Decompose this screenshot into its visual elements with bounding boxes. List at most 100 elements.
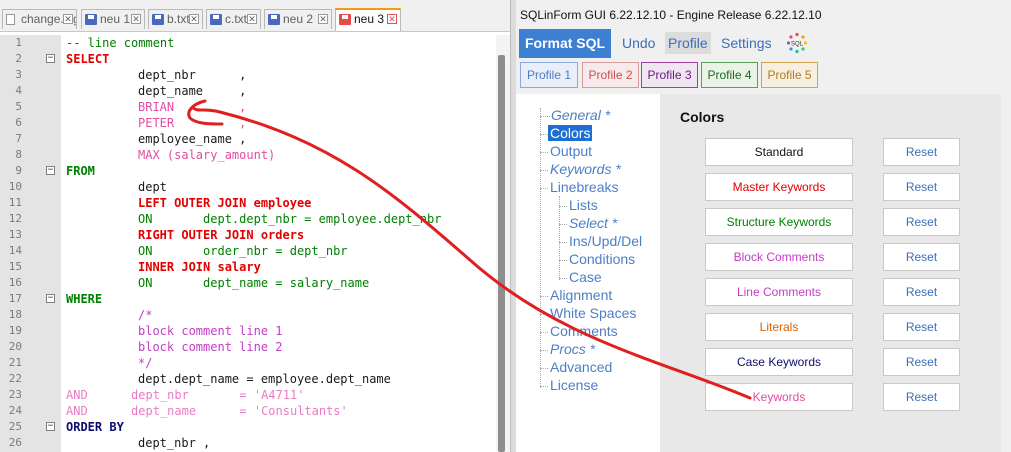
nav-item-general[interactable]: General *: [551, 107, 610, 123]
master-keywords-color-button[interactable]: Master Keywords: [705, 173, 853, 201]
profile-button[interactable]: Profile: [665, 32, 711, 54]
tree-connector: [559, 242, 567, 243]
reset-case-keywords-button[interactable]: Reset: [883, 348, 960, 376]
line-number: 18: [8, 308, 22, 321]
tree-connector: [540, 152, 548, 153]
tab-b-txt[interactable]: b.txt ✕: [148, 9, 203, 29]
code-text: employee_name ,: [138, 132, 247, 146]
nav-item-procs[interactable]: Procs *: [550, 341, 595, 357]
code-line: 25 − ORDER BY: [0, 419, 500, 435]
tab-neu-3[interactable]: neu 3 ✕: [335, 8, 401, 31]
line-number: 2: [15, 52, 22, 65]
section-title: Colors: [680, 109, 725, 125]
block-comments-color-button[interactable]: Block Comments: [705, 243, 853, 271]
code-line: 5 BRIAN ,: [0, 99, 500, 115]
reset-literals-button[interactable]: Reset: [883, 313, 960, 341]
line-comments-color-button[interactable]: Line Comments: [705, 278, 853, 306]
line-number: 4: [15, 84, 22, 97]
nav-item-alignment[interactable]: Alignment: [550, 287, 612, 303]
line-number: 13: [8, 228, 22, 241]
code-line: 3 dept_nbr ,: [0, 67, 500, 83]
keywords-color-button[interactable]: Keywords: [705, 383, 853, 411]
reset-block-comments-button[interactable]: Reset: [883, 243, 960, 271]
tab-c-txt[interactable]: c.txt ✕: [206, 9, 261, 29]
editor-scrollbar-thumb[interactable]: [498, 55, 505, 452]
nav-item-conditions[interactable]: Conditions: [569, 251, 635, 267]
reset-master-keywords-button[interactable]: Reset: [883, 173, 960, 201]
settings-button[interactable]: Settings: [721, 35, 772, 51]
fold-toggle-icon[interactable]: −: [46, 166, 55, 175]
code-line: 8 MAX (salary_amount): [0, 147, 500, 163]
profile-5-button[interactable]: Profile 5: [761, 62, 818, 88]
code-text: AND dept_name = 'Consultants': [66, 404, 348, 418]
literals-color-button[interactable]: Literals: [705, 313, 853, 341]
close-tab-icon[interactable]: ✕: [189, 14, 199, 24]
tab-neu-1[interactable]: neu 1 ✕: [81, 9, 145, 29]
code-text: RIGHT OUTER JOIN orders: [138, 228, 305, 242]
code-line: 7 employee_name ,: [0, 131, 500, 147]
reset-line-comments-button[interactable]: Reset: [883, 278, 960, 306]
nav-item-case[interactable]: Case: [569, 269, 602, 285]
profile-1-button[interactable]: Profile 1: [520, 62, 578, 88]
format-sql-button[interactable]: Format SQL: [519, 29, 611, 58]
nav-item-comments[interactable]: Comments: [550, 323, 618, 339]
profile-2-button[interactable]: Profile 2: [582, 62, 639, 88]
sql-logo-text: SQL: [791, 42, 804, 48]
saved-file-icon: [268, 14, 280, 25]
code-text: SELECT: [66, 52, 110, 66]
tab-change-log[interactable]: change.log ✕: [2, 9, 77, 29]
line-number: 25: [8, 420, 22, 433]
code-line: 2 − SELECT: [0, 51, 500, 67]
nav-item-white-spaces[interactable]: White Spaces: [550, 305, 636, 321]
code-area[interactable]: 1 -- line comment 2 − SELECT 3 dept_nbr , 4 d…: [0, 35, 500, 452]
code-text: LEFT OUTER JOIN employee: [138, 196, 312, 210]
standard-color-button[interactable]: Standard: [705, 138, 853, 166]
nav-item-keywords[interactable]: Keywords *: [550, 161, 621, 177]
structure-keywords-color-button[interactable]: Structure Keywords: [705, 208, 853, 236]
code-text: ON order_nbr = dept_nbr: [138, 244, 348, 258]
case-keywords-color-button[interactable]: Case Keywords: [705, 348, 853, 376]
tree-connector: [540, 108, 541, 388]
reset-structure-keywords-button[interactable]: Reset: [883, 208, 960, 236]
nav-item-output[interactable]: Output: [550, 143, 592, 159]
nav-item-ins-upd-del[interactable]: Ins/Upd/Del: [569, 233, 642, 249]
line-number: 19: [8, 324, 22, 337]
nav-item-advanced[interactable]: Advanced: [550, 359, 612, 375]
nav-item-linebreaks[interactable]: Linebreaks: [550, 179, 619, 195]
profile-4-button[interactable]: Profile 4: [701, 62, 758, 88]
code-text: WHERE: [66, 292, 103, 306]
sql-logo-icon[interactable]: SQL: [786, 32, 808, 54]
profile-3-button[interactable]: Profile 3: [641, 62, 698, 88]
tree-connector: [559, 260, 567, 261]
line-number: 17: [8, 292, 22, 305]
line-number: 21: [8, 356, 22, 369]
close-tab-icon[interactable]: ✕: [247, 14, 257, 24]
editor-tab-bar: change.log ✕ neu 1 ✕ b.txt ✕ c.txt ✕ neu…: [0, 0, 510, 32]
code-line: 20 block comment line 2: [0, 339, 500, 355]
code-text: dept_name ,: [138, 84, 247, 98]
nav-item-lists[interactable]: Lists: [569, 197, 598, 213]
close-tab-icon[interactable]: ✕: [131, 14, 141, 24]
fold-toggle-icon[interactable]: −: [46, 422, 55, 431]
nav-item-select[interactable]: Select *: [569, 215, 617, 231]
tree-connector: [540, 332, 548, 333]
undo-button[interactable]: Undo: [622, 35, 655, 51]
close-tab-icon[interactable]: ✕: [63, 14, 73, 24]
close-tab-icon[interactable]: ✕: [387, 14, 397, 24]
nav-item-license[interactable]: License: [550, 377, 598, 393]
close-tab-icon[interactable]: ✕: [318, 14, 328, 24]
tab-neu-2[interactable]: neu 2 ✕: [264, 9, 332, 29]
nav-item-colors[interactable]: Colors: [548, 125, 593, 141]
line-number: 6: [15, 116, 22, 129]
code-line: 18 /*: [0, 307, 500, 323]
line-number: 15: [8, 260, 22, 273]
code-editor[interactable]: change.log ✕ neu 1 ✕ b.txt ✕ c.txt ✕ neu…: [0, 0, 510, 452]
code-text: MAX (salary_amount): [138, 148, 276, 162]
reset-standard-button[interactable]: Reset: [883, 138, 960, 166]
code-line: 4 dept_name ,: [0, 83, 500, 99]
line-number: 26: [8, 436, 22, 449]
fold-toggle-icon[interactable]: −: [46, 294, 55, 303]
fold-toggle-icon[interactable]: −: [46, 54, 55, 63]
line-number: 3: [15, 68, 22, 81]
reset-keywords-button[interactable]: Reset: [883, 383, 960, 411]
